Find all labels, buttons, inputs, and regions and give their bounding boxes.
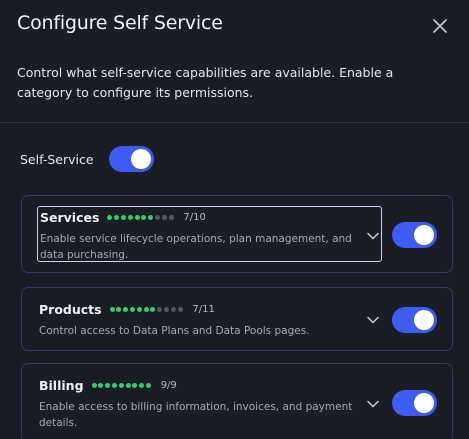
progress-dot bbox=[118, 382, 124, 388]
expand-button[interactable] bbox=[366, 313, 380, 327]
progress-dot bbox=[111, 382, 117, 388]
category-header-button[interactable]: Products 7/11 Control access to Data Plans… bbox=[37, 299, 382, 355]
progress-dot bbox=[154, 214, 160, 220]
progress-dot bbox=[143, 306, 149, 312]
progress-dots bbox=[109, 306, 185, 312]
progress-dots bbox=[107, 214, 175, 220]
progress-dot bbox=[134, 214, 140, 220]
category-head: Services 7/10 bbox=[38, 207, 381, 227]
progress-dot bbox=[157, 306, 163, 312]
toggle-knob bbox=[414, 225, 434, 245]
toggle-knob bbox=[414, 310, 434, 330]
category-count: 7/10 bbox=[183, 211, 206, 223]
progress-dot bbox=[98, 382, 104, 388]
category-header-button[interactable]: Services 7/10 Enable service lifecycle ope… bbox=[37, 206, 382, 262]
category-count: 9/9 bbox=[160, 379, 177, 391]
self-service-label: Self-Service bbox=[20, 151, 94, 167]
expand-button[interactable] bbox=[366, 229, 380, 243]
progress-dot bbox=[127, 214, 133, 220]
progress-dot bbox=[105, 382, 111, 388]
category-count: 7/11 bbox=[192, 303, 215, 315]
category-card-billing[interactable]: Billing 9/9 Enable access to billing infor… bbox=[21, 363, 453, 439]
progress-dot bbox=[141, 214, 147, 220]
progress-dot bbox=[129, 306, 135, 312]
category-description: Control access to Data Plans and Data Po… bbox=[39, 325, 310, 337]
progress-dot bbox=[168, 214, 174, 220]
toggle-knob bbox=[414, 393, 434, 413]
modal-description: Control what self-service capabilities a… bbox=[17, 65, 394, 100]
progress-dot bbox=[170, 306, 176, 312]
category-title: Services bbox=[40, 209, 100, 225]
category-title: Billing bbox=[39, 377, 84, 393]
progress-dots bbox=[91, 382, 153, 388]
category-toggle[interactable] bbox=[392, 222, 437, 248]
chevron-down-icon bbox=[367, 232, 379, 240]
progress-dot bbox=[161, 214, 167, 220]
toggle-knob bbox=[130, 149, 151, 169]
self-service-toggle[interactable] bbox=[108, 146, 154, 172]
modal-header: Configure Self Service bbox=[0, 0, 469, 52]
category-card-products[interactable]: Products 7/11 Control access to Data Plans… bbox=[21, 287, 453, 351]
divider bbox=[0, 122, 469, 123]
category-head: Products 7/11 bbox=[37, 299, 382, 319]
expand-button[interactable] bbox=[366, 397, 380, 411]
progress-dot bbox=[107, 214, 113, 220]
progress-dot bbox=[125, 382, 131, 388]
close-icon bbox=[433, 19, 447, 33]
progress-dot bbox=[145, 382, 151, 388]
progress-dot bbox=[177, 306, 183, 312]
chevron-down-icon bbox=[367, 400, 379, 408]
progress-dot bbox=[139, 382, 145, 388]
self-service-row: Self-Service bbox=[20, 146, 154, 172]
category-toggle[interactable] bbox=[392, 307, 437, 333]
progress-dot bbox=[114, 214, 120, 220]
progress-dot bbox=[150, 306, 156, 312]
progress-dot bbox=[121, 214, 126, 220]
category-title: Products bbox=[39, 301, 102, 317]
close-button[interactable] bbox=[428, 14, 452, 38]
progress-dot bbox=[163, 306, 169, 312]
progress-dot bbox=[91, 382, 97, 388]
progress-dot bbox=[123, 306, 129, 312]
category-description: Enable access to billing information, in… bbox=[39, 401, 353, 429]
category-description: Enable service lifecycle operations, pla… bbox=[40, 233, 352, 261]
progress-dot bbox=[116, 306, 122, 312]
progress-dot bbox=[136, 306, 142, 312]
category-toggle[interactable] bbox=[392, 390, 437, 416]
progress-dot bbox=[148, 214, 154, 220]
progress-dot bbox=[109, 306, 115, 312]
chevron-down-icon bbox=[367, 316, 379, 324]
category-head: Billing 9/9 bbox=[37, 375, 382, 395]
progress-dot bbox=[132, 382, 138, 388]
category-card-services[interactable]: Services 7/10 Enable service lifecycle ope… bbox=[21, 195, 453, 273]
modal-title: Configure Self Service bbox=[17, 12, 223, 34]
configure-self-service-modal: Configure Self Service Control what self… bbox=[0, 0, 469, 439]
category-header-button[interactable]: Billing 9/9 Enable access to billing infor… bbox=[37, 375, 382, 431]
